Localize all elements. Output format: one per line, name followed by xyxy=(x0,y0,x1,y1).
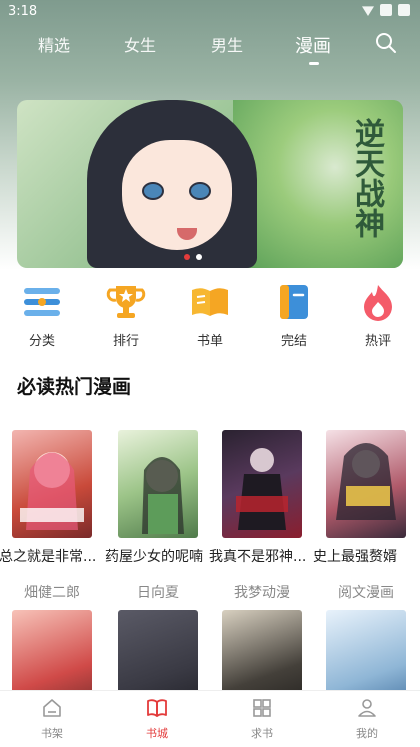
user-icon xyxy=(356,697,378,719)
comic-author: 我梦动漫 xyxy=(234,585,290,601)
comic-title: 药屋少女的呢喃 xyxy=(105,549,203,565)
banner-dot-1[interactable] xyxy=(184,254,190,260)
comic-cover-art xyxy=(336,443,396,520)
status-time: 3:18 xyxy=(8,4,38,19)
section-title: 必读热门漫画 xyxy=(17,376,132,398)
tab-female[interactable]: 女生 xyxy=(124,32,156,56)
category-completed[interactable]: 完结 xyxy=(264,282,324,349)
tab-mine[interactable]: 我的 xyxy=(337,697,397,741)
comic-title: 我真不是邪神... xyxy=(209,549,307,565)
home-icon xyxy=(41,697,63,719)
status-bar: 3:18 xyxy=(0,0,420,26)
trophy-icon xyxy=(106,282,146,322)
category-row: 分类 排行 书单 完结 热评 xyxy=(0,282,420,352)
book-open-icon xyxy=(190,282,230,322)
category-ranking[interactable]: 排行 xyxy=(96,282,156,349)
bottom-tab-bar: 书架 书城 求书 我的 xyxy=(0,690,420,747)
banner-pagination xyxy=(184,254,202,260)
comic-card[interactable]: 总之就是非常... 畑健二郎 xyxy=(0,430,100,602)
banner-character-eye-right xyxy=(189,182,211,200)
tab-comics[interactable]: 漫画 xyxy=(295,32,331,58)
flame-icon xyxy=(358,282,398,322)
comic-cover-art xyxy=(20,452,84,530)
category-label: 排行 xyxy=(112,334,139,349)
search-button[interactable] xyxy=(374,31,398,55)
comic-cover-art xyxy=(142,457,184,534)
tab-request-book[interactable]: 求书 xyxy=(232,697,292,741)
status-icons xyxy=(362,4,410,16)
active-tab-indicator xyxy=(309,62,319,65)
search-icon xyxy=(376,33,396,53)
comic-title: 史上最强赘婿 xyxy=(313,549,397,565)
banner-title-art: 逆天战神 xyxy=(349,118,384,238)
category-classify[interactable]: 分类 xyxy=(12,282,72,349)
category-label: 热评 xyxy=(364,334,391,349)
category-booklist[interactable]: 书单 xyxy=(180,282,240,349)
comic-cover[interactable] xyxy=(12,430,92,538)
comic-card[interactable]: 史上最强赘婿 阅文漫画 xyxy=(313,430,414,602)
tab-bookshelf[interactable]: 书架 xyxy=(22,697,82,741)
list-icon xyxy=(22,282,62,322)
comic-author: 日向夏 xyxy=(137,585,179,601)
comic-author: 畑健二郎 xyxy=(24,585,80,601)
tab-label: 书架 xyxy=(41,727,63,740)
category-label: 书单 xyxy=(196,334,223,349)
wifi-icon xyxy=(362,6,374,16)
promo-banner[interactable]: 逆天战神 xyxy=(17,100,403,268)
tab-featured[interactable]: 精选 xyxy=(38,32,70,56)
banner-dot-2[interactable] xyxy=(196,254,202,260)
signal-icon xyxy=(380,4,392,16)
tab-label: 我的 xyxy=(356,727,378,740)
book-icon xyxy=(146,697,168,719)
category-label: 完结 xyxy=(280,334,307,349)
comic-cover[interactable] xyxy=(118,430,198,538)
tab-label: 求书 xyxy=(251,727,273,740)
category-label: 分类 xyxy=(28,334,55,349)
top-nav: 精选 女生 男生 漫画 xyxy=(0,30,420,70)
comic-card[interactable]: 我真不是邪神... 我梦动漫 xyxy=(209,430,310,602)
tab-male[interactable]: 男生 xyxy=(211,32,243,56)
battery-icon xyxy=(398,4,410,16)
tab-label: 书城 xyxy=(146,727,168,740)
grid-icon xyxy=(251,697,273,719)
banner-character-eye-left xyxy=(142,182,164,200)
comic-cover-art xyxy=(236,448,288,530)
comic-cover[interactable] xyxy=(222,430,302,538)
bookmark-icon xyxy=(274,282,314,322)
comic-card[interactable]: 药屋少女的呢喃 日向夏 xyxy=(105,430,206,602)
category-hot-reviews[interactable]: 热评 xyxy=(348,282,408,349)
tab-bookstore[interactable]: 书城 xyxy=(127,697,187,741)
comic-title: 总之就是非常... xyxy=(0,549,97,565)
comic-cover[interactable] xyxy=(326,430,406,538)
comic-author: 阅文漫画 xyxy=(338,585,394,601)
